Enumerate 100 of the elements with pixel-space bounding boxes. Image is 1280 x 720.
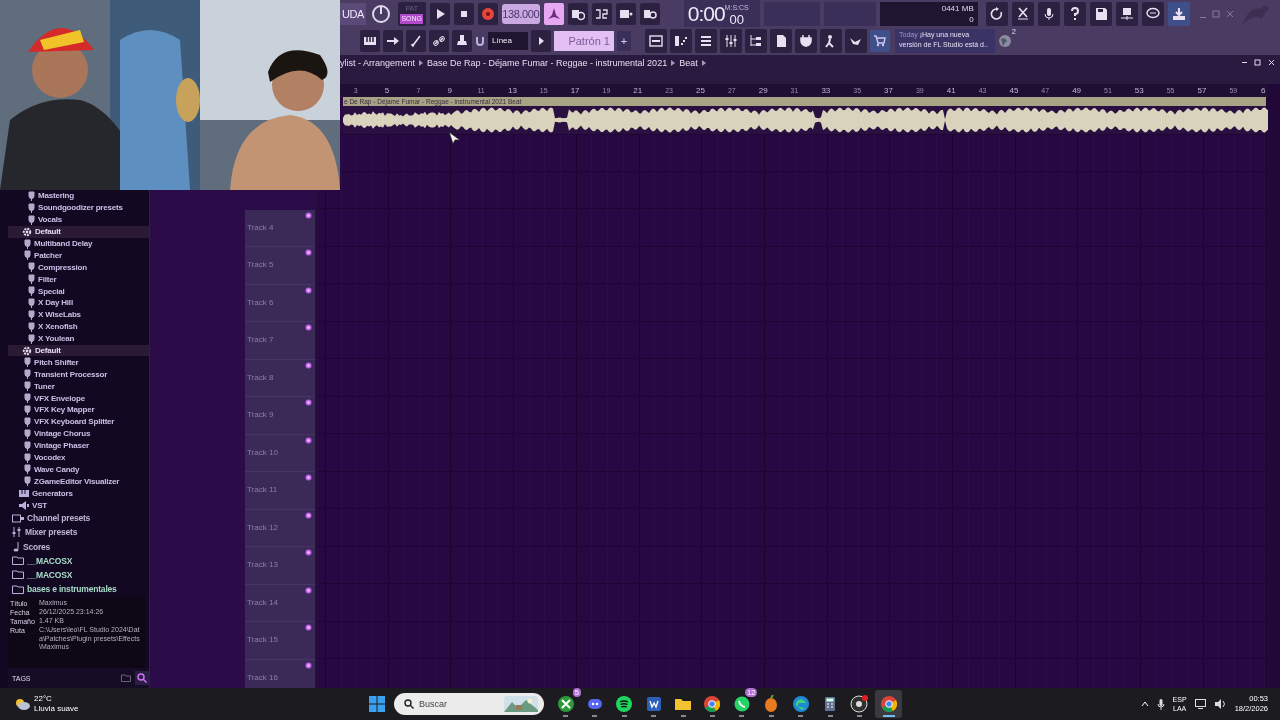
- network-icon: [1194, 699, 1207, 709]
- breadcrumb-item[interactable]: ylist - Arrangement: [340, 57, 416, 68]
- tree-item[interactable]: VFX Key Mapper: [8, 404, 149, 416]
- tree-item[interactable]: Default: [8, 225, 149, 238]
- tree-item[interactable]: bases e instrumentales: [8, 582, 149, 597]
- shop-button[interactable]: [870, 29, 890, 52]
- tree-item[interactable]: VST: [8, 499, 149, 512]
- menu-label[interactable]: UDA: [340, 2, 366, 25]
- chat-button[interactable]: [1141, 1, 1164, 26]
- channel-rack-button[interactable]: [695, 28, 717, 53]
- minimize-icon: [1199, 16, 1206, 18]
- tree-item[interactable]: Compression: [8, 261, 149, 274]
- project-button[interactable]: [770, 28, 792, 53]
- track-header[interactable]: Track 7: [245, 322, 315, 360]
- search-field[interactable]: Buscar: [419, 699, 499, 709]
- track-header[interactable]: Track 6: [245, 284, 315, 322]
- tree-item[interactable]: X WiseLabs: [8, 308, 149, 321]
- tree-item[interactable]: Pitch Shifter: [8, 356, 149, 369]
- tree-item[interactable]: Special: [8, 285, 149, 297]
- draw-button[interactable]: [406, 29, 426, 52]
- tree-item[interactable]: ZGameEditor Visualizer: [8, 475, 149, 488]
- arrow-button[interactable]: [383, 29, 403, 52]
- tree-item[interactable]: Vintage Phaser: [8, 439, 149, 452]
- track-header[interactable]: Track 8: [245, 359, 315, 397]
- pattern-prev-button[interactable]: [531, 29, 551, 52]
- link-button[interactable]: [429, 29, 449, 52]
- stop-button[interactable]: [453, 2, 474, 25]
- track-label: Track 10: [247, 447, 278, 459]
- tree-item[interactable]: Soundgoodizer presets: [8, 201, 149, 214]
- tree-item[interactable]: Mixer presets: [8, 525, 149, 540]
- piano-roll-button[interactable]: [360, 29, 380, 52]
- search-bar[interactable]: Buscar: [394, 693, 544, 715]
- download-button[interactable]: [1167, 1, 1190, 26]
- countdown-button[interactable]: [591, 2, 612, 25]
- pattern-selector[interactable]: Patrón 1: [554, 30, 614, 51]
- bar-number: 57: [1196, 86, 1208, 95]
- breadcrumb-item[interactable]: Base De Rap - Déjame Fumar - Reggae - instrumental 2021: [427, 57, 668, 68]
- tree-item[interactable]: X Youlean: [8, 332, 149, 345]
- track-header[interactable]: Track 11: [245, 472, 315, 510]
- snap-dropdown[interactable]: Línea: [488, 31, 528, 50]
- weather-text: Lluvia suave: [34, 704, 79, 714]
- tree-item[interactable]: VFX Envelope: [8, 392, 149, 405]
- start-button[interactable]: [366, 693, 388, 715]
- record-audio-button[interactable]: [1037, 1, 1060, 26]
- add-pattern-button[interactable]: +: [617, 30, 631, 51]
- track-header[interactable]: Track 13: [245, 547, 315, 585]
- export-button[interactable]: [1115, 1, 1138, 26]
- search-button[interactable]: [135, 671, 149, 685]
- help-tour-button[interactable]: [845, 28, 867, 53]
- tree-item[interactable]: Vocodex: [8, 451, 149, 464]
- record-button[interactable]: [477, 2, 498, 25]
- loop-button[interactable]: [639, 2, 660, 25]
- tree-item[interactable]: __MACOSX: [8, 567, 149, 582]
- tree-item[interactable]: X Xenofish: [8, 320, 149, 333]
- play-button[interactable]: [429, 2, 450, 25]
- tree-item[interactable]: Default: [8, 344, 149, 357]
- vertical-scrollbar[interactable]: [1268, 84, 1280, 688]
- bar-number: 41: [945, 86, 957, 95]
- tree-item[interactable]: Generators: [8, 487, 149, 500]
- track-header[interactable]: Track 4: [245, 209, 315, 247]
- tree-item[interactable]: Wave Candy: [8, 463, 149, 476]
- cut-button[interactable]: [1011, 1, 1034, 26]
- pointer-button[interactable]: [543, 2, 564, 25]
- tree-item[interactable]: Filter: [8, 273, 149, 286]
- stamp-button[interactable]: [452, 29, 472, 52]
- stamp-icon: [455, 33, 469, 48]
- mixer-button[interactable]: [720, 28, 742, 53]
- track-header[interactable]: Track 5: [245, 247, 315, 285]
- tree-item[interactable]: Channel presets: [8, 511, 149, 526]
- piano-roll-view-button[interactable]: [670, 28, 692, 53]
- tree-item[interactable]: Multiband Delay: [8, 237, 149, 250]
- browser-button[interactable]: [745, 28, 767, 53]
- tempo-display[interactable]: 138.000: [501, 3, 540, 24]
- tree-item[interactable]: __MACOSX: [8, 553, 149, 568]
- help-button[interactable]: [1063, 1, 1086, 26]
- wait-button[interactable]: [567, 2, 588, 25]
- tree-item[interactable]: Mastering: [8, 190, 149, 202]
- track-header[interactable]: Track 14: [245, 584, 315, 622]
- tree-item[interactable]: Scores: [8, 539, 149, 554]
- breadcrumb-item[interactable]: Beat: [679, 57, 698, 68]
- tree-item[interactable]: Patcher: [8, 249, 149, 262]
- download-icon: [1171, 6, 1186, 21]
- playlist-button[interactable]: [645, 28, 667, 53]
- track-header[interactable]: Track 10: [245, 434, 315, 472]
- tree-item[interactable]: Transient Processor: [8, 368, 149, 381]
- tree-item[interactable]: Vintage Chorus: [8, 427, 149, 440]
- track-header[interactable]: Track 9: [245, 397, 315, 435]
- track-header[interactable]: Track 15: [245, 622, 315, 660]
- tree-item[interactable]: VFX Keyboard Splitter: [8, 415, 149, 428]
- step-button[interactable]: [615, 2, 636, 25]
- touch-button[interactable]: [820, 28, 842, 53]
- plugin-button[interactable]: [795, 28, 817, 53]
- track-header[interactable]: Track 12: [245, 509, 315, 547]
- undo-button[interactable]: [985, 1, 1008, 26]
- tree-item[interactable]: X Day Hill: [8, 297, 149, 309]
- maximize-icon: [1211, 9, 1220, 18]
- save-button[interactable]: [1089, 1, 1112, 26]
- taskbar-app[interactable]: [875, 690, 903, 718]
- tree-item[interactable]: Tuner: [8, 380, 149, 393]
- tree-item[interactable]: Vocals: [8, 213, 149, 226]
